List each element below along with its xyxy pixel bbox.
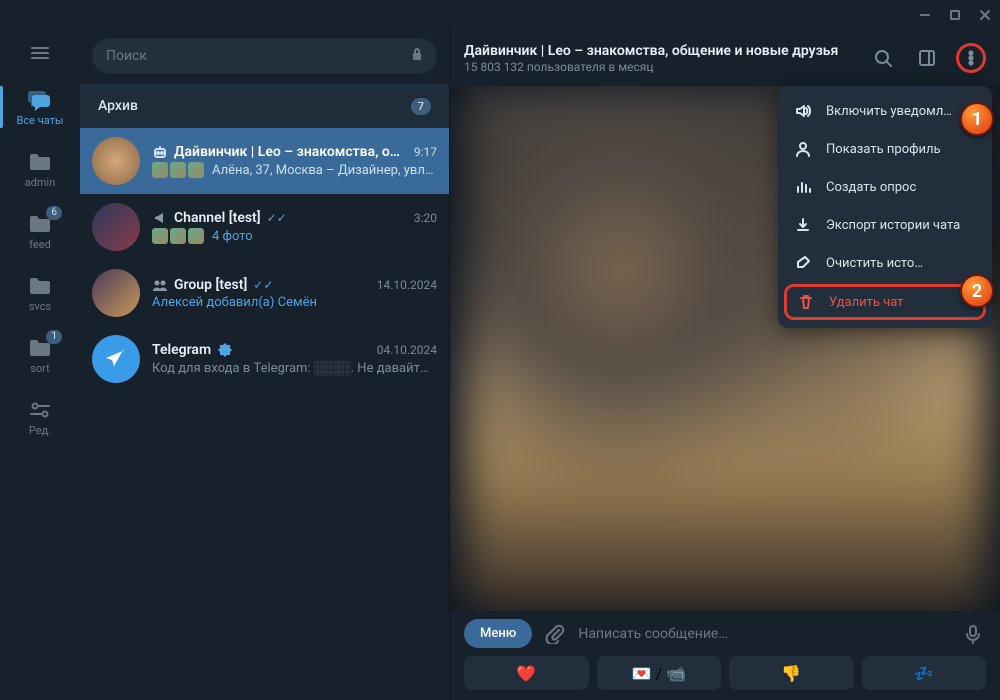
chat-item[interactable]: Group [test] ✓✓ 14.10.2024 Алексей добав… bbox=[80, 260, 449, 326]
quick-reaction[interactable]: ❤️ bbox=[464, 656, 589, 690]
attach-button[interactable] bbox=[542, 621, 568, 647]
annotation-badge-2: 2 bbox=[960, 274, 994, 308]
verified-icon bbox=[217, 342, 233, 358]
folder-svcs[interactable]: svcs bbox=[0, 262, 80, 324]
message-input[interactable]: Написать сообщение… bbox=[578, 626, 950, 642]
menu-delete-chat[interactable]: Удалить чат bbox=[784, 284, 986, 320]
search-input[interactable]: Поиск bbox=[92, 38, 437, 74]
chat-header[interactable]: Дайвинчик | Leo – знакомства, общение и … bbox=[450, 30, 1000, 86]
menu-clear[interactable]: Очистить исто… bbox=[778, 244, 992, 282]
folder-sort[interactable]: sort 1 bbox=[0, 324, 80, 386]
avatar bbox=[92, 269, 140, 317]
group-icon bbox=[152, 277, 168, 293]
read-checks-icon: ✓✓ bbox=[253, 278, 273, 292]
chat-item[interactable]: Telegram 04.10.2024 Код для входа в Tele… bbox=[80, 326, 449, 392]
profile-icon bbox=[794, 140, 812, 158]
chats-icon bbox=[26, 88, 54, 112]
folder-edit[interactable]: Ред. bbox=[0, 386, 80, 448]
quick-reaction[interactable]: 💤 bbox=[862, 656, 987, 690]
chat-title: Дайвинчик | Leo – знакомства, общение и … bbox=[464, 43, 838, 59]
avatar bbox=[92, 203, 140, 251]
window-titlebar bbox=[0, 0, 1000, 30]
more-options-button[interactable] bbox=[956, 43, 986, 73]
menu-export[interactable]: Экспорт истории чата bbox=[778, 206, 992, 244]
annotation-badge-1: 1 bbox=[960, 102, 994, 136]
bot-icon bbox=[152, 144, 168, 160]
bot-menu-button[interactable]: Меню bbox=[464, 619, 532, 648]
chat-subtitle: 15 803 132 пользователя в месяц bbox=[464, 60, 838, 74]
menu-button[interactable] bbox=[20, 38, 60, 68]
folder-feed[interactable]: feed 6 bbox=[0, 200, 80, 262]
sidepanel-button[interactable] bbox=[912, 43, 942, 73]
folder-admin[interactable]: admin bbox=[0, 138, 80, 200]
broom-icon bbox=[794, 254, 812, 272]
poll-icon bbox=[794, 178, 812, 196]
folder-icon bbox=[26, 274, 54, 298]
avatar bbox=[92, 335, 140, 383]
voice-button[interactable] bbox=[960, 621, 986, 647]
export-icon bbox=[794, 216, 812, 234]
quick-reaction[interactable]: 👎 bbox=[729, 656, 854, 690]
folder-all-chats[interactable]: Все чаты bbox=[0, 76, 80, 138]
quick-reaction[interactable]: 💌 / 📹 bbox=[597, 656, 722, 690]
folder-icon bbox=[26, 150, 54, 174]
chat-item[interactable]: Channel [test] ✓✓ 3:20 4 фото bbox=[80, 194, 449, 260]
read-checks-icon: ✓✓ bbox=[267, 211, 287, 225]
search-in-chat-button[interactable] bbox=[868, 43, 898, 73]
maximize-button[interactable] bbox=[948, 8, 962, 22]
chat-list-pane: Поиск Архив 7 Дайвинчик | Leo – знакомст… bbox=[80, 30, 450, 700]
menu-poll[interactable]: Создать опрос bbox=[778, 168, 992, 206]
close-button[interactable] bbox=[978, 8, 992, 22]
channel-icon bbox=[152, 210, 168, 226]
chat-pane: Дайвинчик | Leo – знакомства, общение и … bbox=[450, 30, 1000, 700]
menu-profile[interactable]: Показать профиль bbox=[778, 130, 992, 168]
avatar bbox=[92, 137, 140, 185]
chat-item[interactable]: Дайвинчик | Leo – знакомства, о… 9:17 Ал… bbox=[80, 128, 449, 194]
settings-icon bbox=[26, 398, 54, 422]
archive-row[interactable]: Архив 7 bbox=[80, 84, 449, 128]
lock-icon bbox=[411, 47, 423, 65]
sound-icon bbox=[794, 102, 812, 120]
minimize-button[interactable] bbox=[918, 8, 932, 22]
trash-icon bbox=[797, 293, 815, 311]
folder-rail: Все чаты admin feed 6 svcs sort 1 Ред. bbox=[0, 30, 80, 700]
